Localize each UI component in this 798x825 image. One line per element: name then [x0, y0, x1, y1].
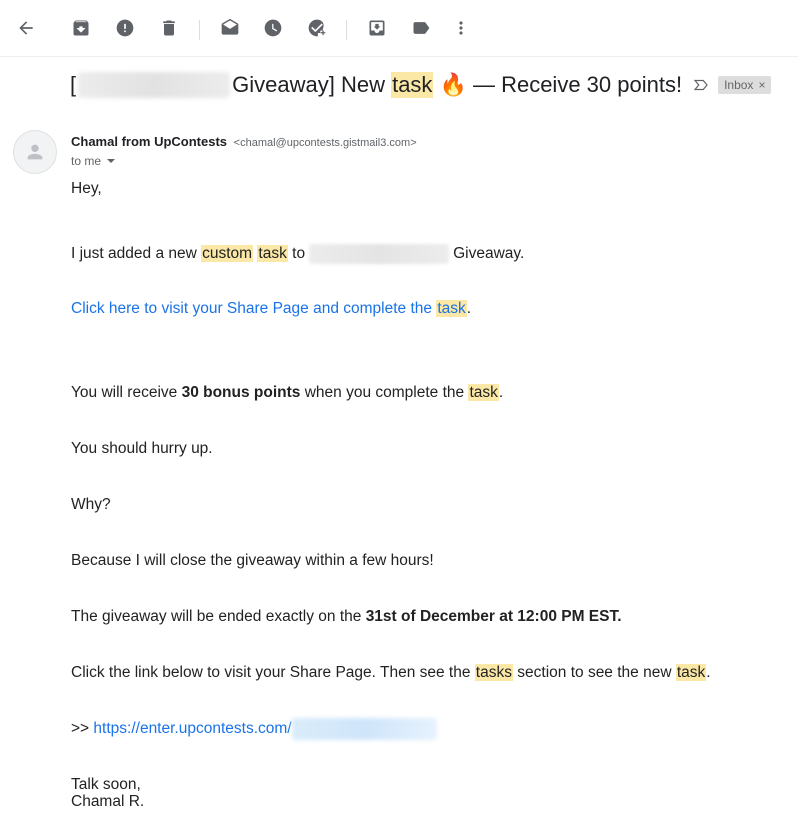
text: Giveaway.	[453, 245, 525, 263]
body-greeting: Hey,	[71, 180, 102, 197]
body-share-page-link-line: Click here to visit your Share Page and …	[71, 300, 471, 318]
body-end-date: The giveaway will be ended exactly on th…	[71, 608, 622, 626]
text: section to see the new	[512, 664, 676, 681]
text: when you complete the	[300, 384, 469, 401]
chevron-down-icon[interactable]	[107, 159, 116, 163]
text: .	[498, 384, 504, 401]
arrows: >>	[71, 720, 94, 738]
add-task-icon[interactable]	[305, 16, 329, 40]
redacted-giveaway-name	[78, 72, 231, 98]
mark-unread-icon[interactable]	[218, 16, 242, 40]
inbox-label: Inbox	[724, 78, 754, 92]
email-subject: [ Giveaway] New task 🔥 — Receive 30 poin…	[70, 72, 772, 98]
delete-icon[interactable]	[157, 16, 181, 40]
highlight-custom: custom	[201, 245, 254, 263]
highlight-task: task	[468, 384, 499, 401]
highlight-task: task	[675, 664, 707, 681]
more-vert-icon[interactable]	[449, 16, 473, 40]
toolbar-divider	[199, 20, 200, 40]
avatar[interactable]	[13, 130, 57, 174]
inbox-label-chip: Inbox ×	[718, 76, 772, 94]
subject-suffix: — Receive 30 points!	[466, 72, 683, 97]
text: I just added a new	[71, 245, 202, 263]
body-bonus-points: You will receive 30 bonus points when yo…	[71, 384, 503, 402]
snooze-icon[interactable]	[261, 16, 285, 40]
url-text: https://enter.upcontests.com/	[93, 720, 292, 738]
text: to	[287, 245, 306, 263]
label-icon[interactable]	[409, 16, 433, 40]
body-url-line: >> https://enter.upcontests.com/	[71, 718, 437, 740]
highlight-tasks: tasks	[474, 664, 513, 681]
text: You will receive	[71, 384, 182, 401]
move-to-icon[interactable]	[365, 16, 389, 40]
toolbar	[0, 0, 798, 57]
report-spam-icon[interactable]	[113, 16, 137, 40]
signoff: Talk soon,	[71, 776, 141, 793]
link-text: Click here to visit your Share Page and …	[71, 300, 437, 317]
person-icon	[27, 144, 43, 160]
text: Click the link below to visit your Share…	[71, 664, 475, 681]
bonus-points-bold: 30 bonus points	[181, 384, 301, 401]
highlight-task: task	[257, 245, 288, 263]
body-hurry: You should hurry up.	[71, 440, 213, 457]
text: .	[466, 300, 472, 317]
subject-prefix: [	[70, 72, 77, 97]
sender-name[interactable]: Chamal from UpContests	[71, 134, 227, 149]
subject-giveaway: Giveaway] New	[232, 72, 392, 97]
body-line-added-task: I just added a new custom task to Giveawa…	[71, 244, 524, 264]
recipient-details-toggle[interactable]: to me	[71, 154, 116, 168]
share-page-url[interactable]: https://enter.upcontests.com/	[93, 720, 291, 737]
body-why: Why?	[71, 496, 111, 513]
text: The giveaway will be ended exactly on th…	[71, 608, 366, 625]
body-signoff: Talk soon, Chamal R.	[71, 776, 144, 810]
redacted-url-path	[291, 718, 437, 740]
fire-emoji-icon: 🔥	[439, 72, 467, 97]
share-page-link[interactable]: Click here to visit your Share Page and …	[71, 300, 467, 317]
body-close-giveaway: Because I will close the giveaway within…	[71, 552, 434, 569]
sender-line: Chamal from UpContests <chamal@upcontest…	[71, 134, 417, 149]
remove-label-icon[interactable]: ×	[758, 78, 765, 92]
sender-email: <chamal@upcontests.gistmail3.com>	[233, 137, 417, 149]
archive-icon[interactable]	[69, 16, 93, 40]
text: .	[706, 664, 711, 681]
toolbar-divider	[346, 20, 347, 40]
back-arrow-icon[interactable]	[14, 16, 38, 40]
body-tasks-section: Click the link below to visit your Share…	[71, 664, 711, 682]
highlight-task: task	[436, 300, 467, 317]
subject-highlight-task: task	[391, 72, 434, 98]
important-marker-icon[interactable]	[692, 76, 710, 94]
end-date-bold: 31st of December at 12:00 PM EST.	[365, 608, 622, 625]
signature: Chamal R.	[71, 793, 145, 810]
redacted-giveaway-name	[309, 244, 450, 264]
recipient-label: to me	[71, 154, 102, 168]
